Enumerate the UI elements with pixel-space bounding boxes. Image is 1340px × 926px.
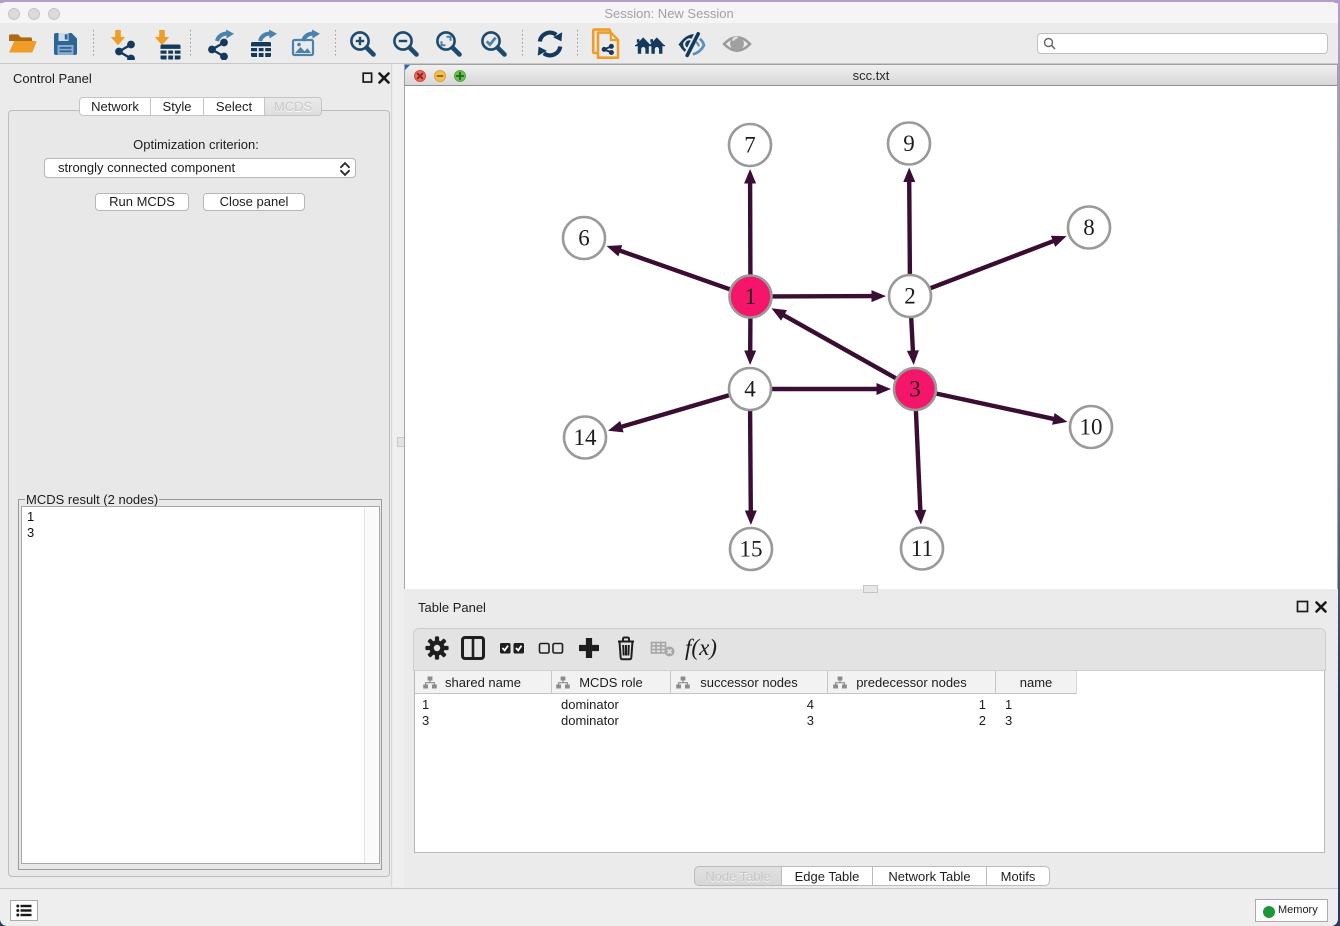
svg-text:6: 6 <box>578 226 590 251</box>
svg-text:15: 15 <box>740 537 763 562</box>
svg-text:8: 8 <box>1083 215 1095 240</box>
svg-text:4: 4 <box>744 377 756 402</box>
svg-text:10: 10 <box>1080 415 1103 440</box>
svg-text:f(x): f(x) <box>685 635 717 660</box>
svg-text:14: 14 <box>574 425 598 450</box>
svg-text:2: 2 <box>904 284 916 309</box>
svg-text:11: 11 <box>911 536 933 561</box>
svg-text:1: 1 <box>745 284 757 309</box>
svg-text:7: 7 <box>744 133 756 158</box>
svg-text:3: 3 <box>909 377 921 402</box>
svg-text:9: 9 <box>903 131 915 156</box>
